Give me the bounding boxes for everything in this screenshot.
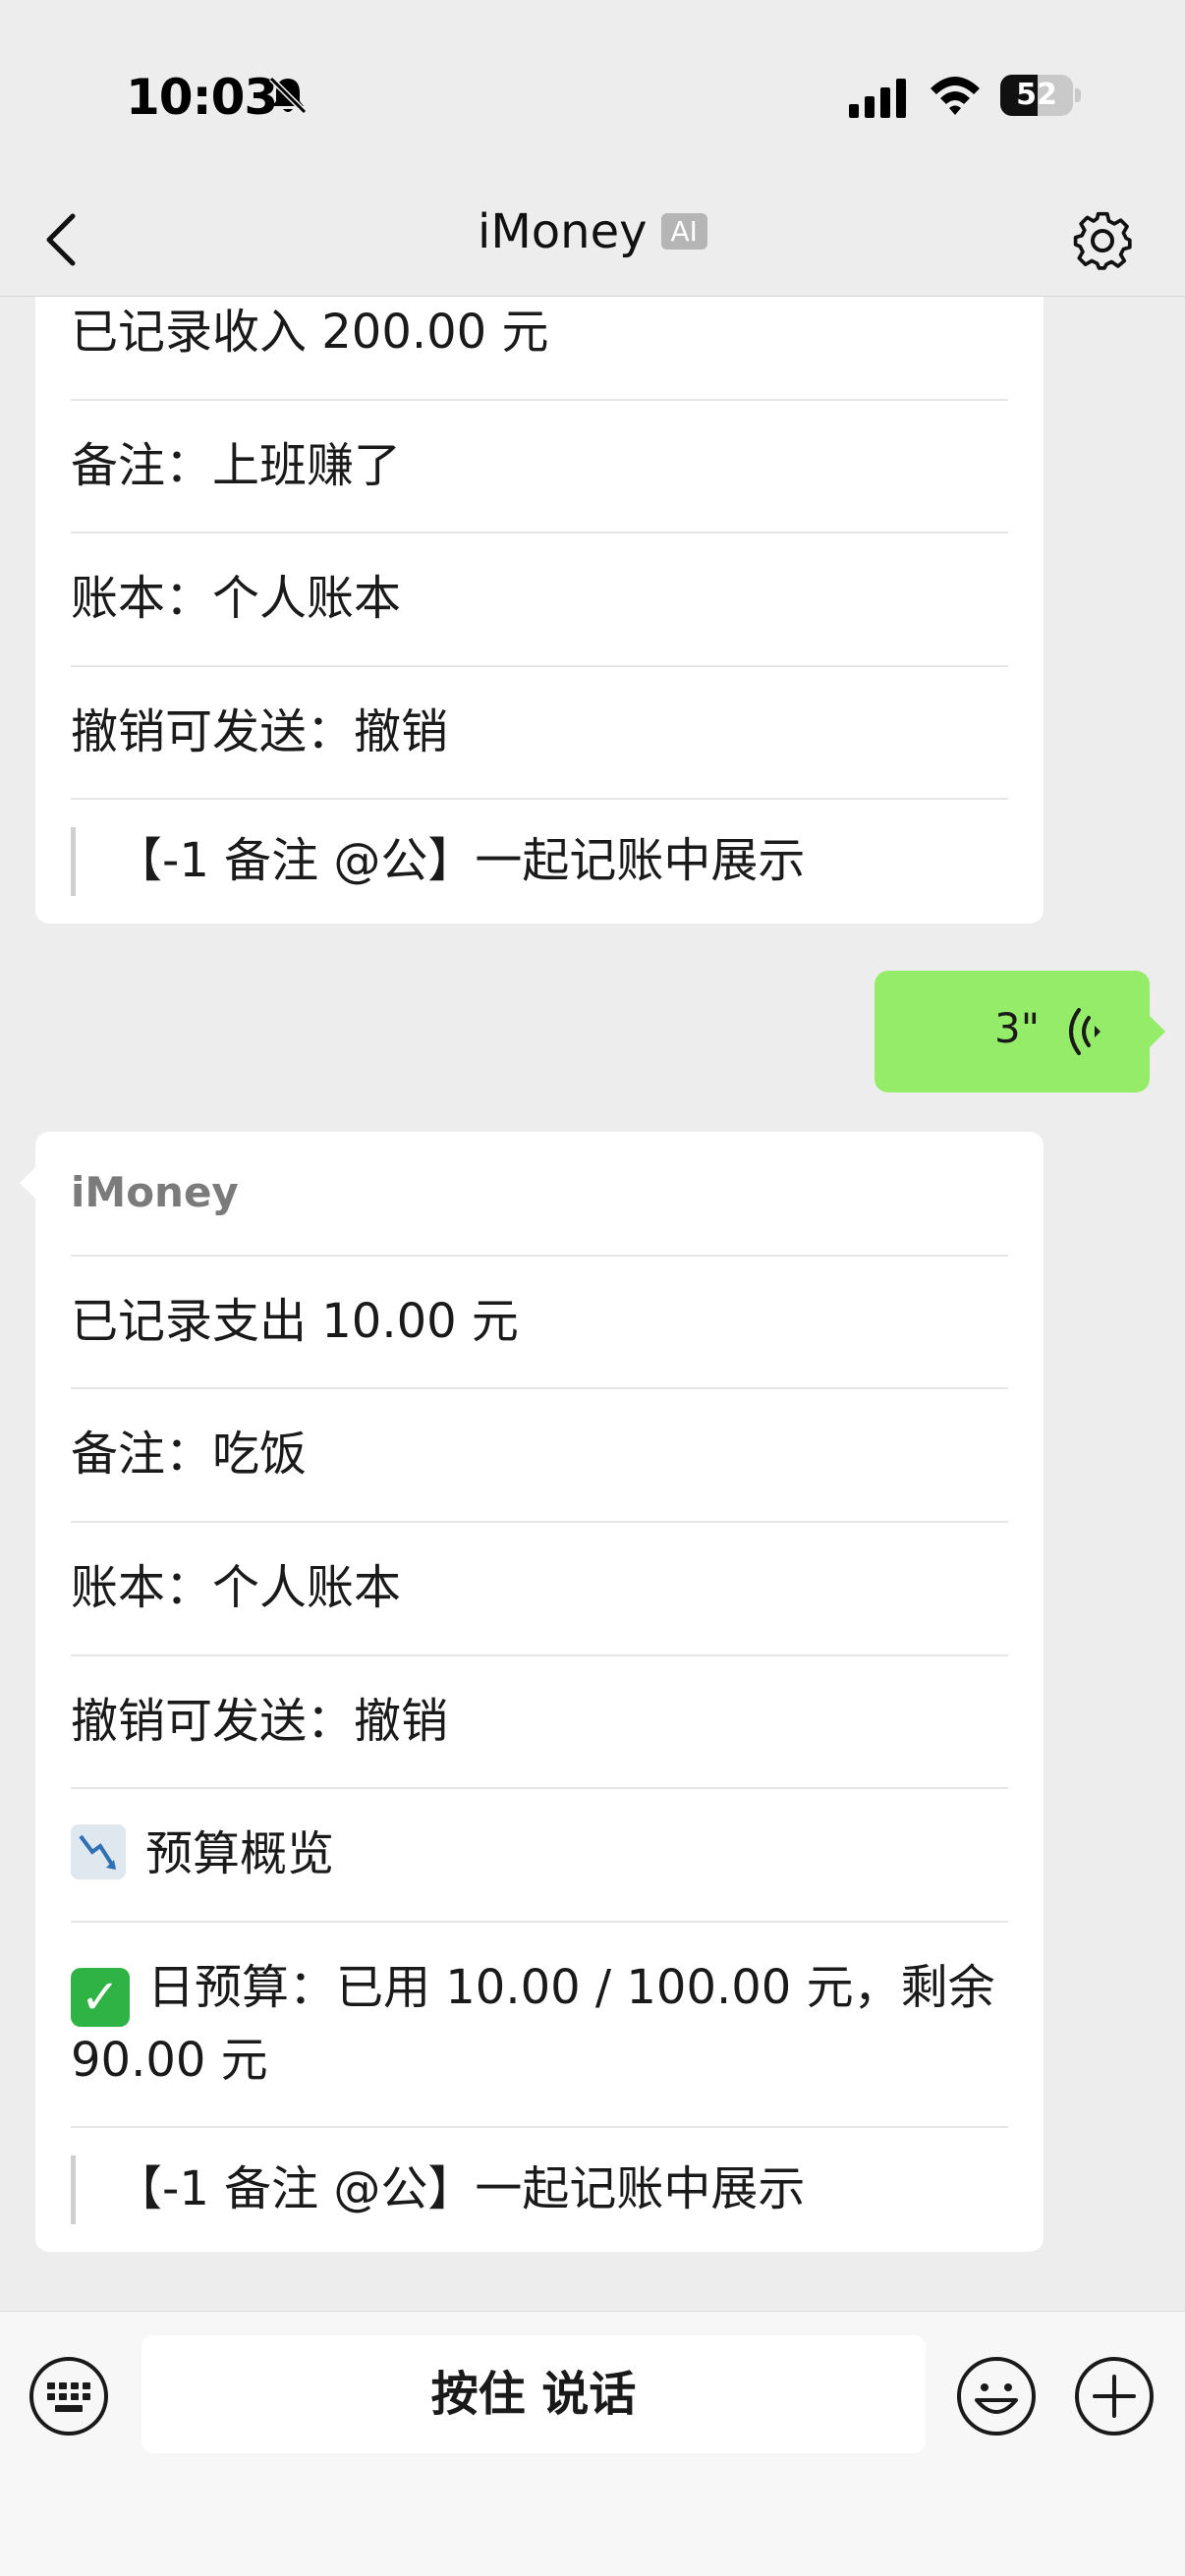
status-time: 10:03: [126, 69, 278, 126]
check-mark-icon: ✓: [71, 1967, 130, 2027]
undo-line: 撤销可发送：撤销: [71, 667, 1008, 801]
input-bar: 按住 说话: [0, 2311, 1185, 2576]
plus-icon[interactable]: [1073, 2355, 1156, 2437]
voice-duration: 3": [994, 1004, 1041, 1052]
record-line: 已记录支出 10.00 元: [71, 1257, 1008, 1390]
quote-text: 【-1 备注 @公】一起记账中展示: [71, 2156, 1008, 2225]
budget-line: 日预算：已用 10.00 / 100.00 元，剩余 90.00 元: [71, 1959, 995, 2088]
signal-icon: [849, 79, 906, 118]
voice-message-bubble[interactable]: 3": [875, 971, 1165, 1092]
bell-off-icon: [268, 76, 308, 115]
chat-area[interactable]: 已记录收入 200.00 元 备注：上班赚了 账本：个人账本 撤销可发送：撤销 …: [0, 297, 1185, 2311]
status-bar: 10:03 52: [0, 0, 1185, 187]
budget-title: 预算概览: [145, 1826, 335, 1882]
wifi-icon: [931, 77, 980, 115]
sender-name: iMoney: [71, 1132, 1008, 1257]
quote-row: 【-1 备注 @公】一起记账中展示: [71, 2128, 1008, 2252]
hold-to-talk-button[interactable]: 按住 说话: [141, 2335, 926, 2453]
record-line: 已记录收入 200.00 元: [71, 297, 1008, 401]
page-title: iMoney AI: [0, 204, 1185, 259]
battery-icon: 52: [1000, 75, 1081, 118]
battery-level: 52: [1016, 78, 1057, 112]
note-line: 备注：吃饭: [71, 1389, 1008, 1524]
bot-message-card: 已记录收入 200.00 元 备注：上班赚了 账本：个人账本 撤销可发送：撤销 …: [35, 297, 1044, 924]
ai-badge: AI: [660, 212, 707, 250]
chart-decreasing-icon: [71, 1824, 126, 1880]
bot-message-card: iMoney 已记录支出 10.00 元 备注：吃饭 账本：个人账本 撤销可发送…: [20, 1132, 1044, 2253]
keyboard-icon[interactable]: [28, 2355, 110, 2437]
ledger-line: 账本：个人账本: [71, 1523, 1008, 1656]
voice-wave-icon: [1069, 1008, 1100, 1055]
emoji-icon[interactable]: [955, 2355, 1038, 2437]
title-text: iMoney: [478, 204, 648, 259]
undo-line: 撤销可发送：撤销: [71, 1656, 1008, 1790]
ledger-line: 账本：个人账本: [71, 533, 1008, 667]
nav-header: iMoney AI: [0, 187, 1185, 297]
quote-row: 【-1 备注 @公】一起记账中展示: [71, 800, 1008, 924]
gear-icon[interactable]: [1071, 210, 1134, 273]
budget-title-row: 预算概览: [71, 1789, 1008, 1923]
quote-text: 【-1 备注 @公】一起记账中展示: [71, 827, 1008, 896]
note-line: 备注：上班赚了: [71, 401, 1008, 534]
budget-line-row: ✓ 日预算：已用 10.00 / 100.00 元，剩余 90.00 元: [71, 1923, 1008, 2129]
